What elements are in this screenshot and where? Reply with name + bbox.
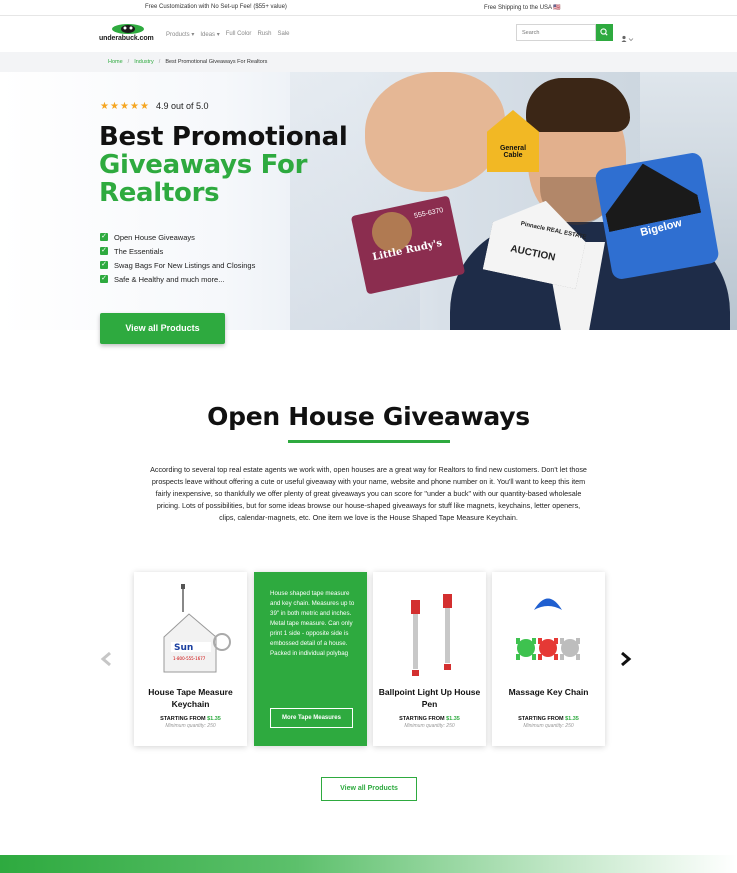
star-half-icon: ★ — [140, 100, 149, 112]
check-icon: ✓ — [100, 261, 108, 269]
breadcrumb-separator: / — [127, 59, 130, 65]
product-card[interactable]: Massage Key Chain STARTING FROM $1.35 Mi… — [492, 572, 605, 746]
hero-checklist: ✓ Open House Giveaways ✓ The Essentials ✓ S… — [100, 230, 255, 286]
product-min-quantity: Minimum quantity: 250 — [523, 723, 574, 729]
check-icon: ✓ — [100, 247, 108, 255]
general-cable-label: General Cable — [499, 145, 527, 159]
nav-products[interactable]: Products ▾ — [166, 31, 194, 38]
breadcrumb-home[interactable]: Home — [108, 59, 123, 65]
hero-view-all-button[interactable]: View all Products — [100, 313, 225, 344]
site-header: underabuck.com Products ▾ Ideas ▾ Full C… — [0, 16, 737, 52]
product-price: STARTING FROM $1.35 — [518, 716, 579, 722]
checklist-item: ✓ Open House Giveaways — [100, 232, 195, 242]
promo-left-text: Free Customization with No Set-up Fee! (… — [145, 4, 287, 10]
check-icon: ✓ — [100, 275, 108, 283]
site-logo[interactable]: underabuck.com — [99, 23, 161, 45]
product-name[interactable]: Ballpoint Light Up House Pen — [377, 686, 482, 710]
product-description: House shaped tape measure and key chain.… — [270, 590, 355, 657]
rating: ★ ★ ★ ★ ★ 4.9 out of 5.0 — [100, 101, 209, 111]
svg-text:1-800-555-1677: 1-800-555-1677 — [173, 656, 206, 661]
product-price: STARTING FROM $1.35 — [399, 716, 460, 722]
star-icon: ★ — [130, 100, 139, 112]
chevron-left-icon — [100, 651, 111, 667]
more-tape-measures-button[interactable]: More Tape Measures — [270, 708, 353, 728]
hero-title-line: Best Promotional — [99, 122, 348, 152]
search-icon — [600, 28, 608, 36]
promo-right-text: Free Shipping to the USA 🇺🇸 — [484, 5, 561, 11]
product-card-hover[interactable]: House shaped tape measure and key chain.… — [254, 572, 367, 746]
breadcrumb: Home / Industry / Best Promotional Givea… — [0, 52, 737, 72]
section-paragraph: According to several top real estate age… — [150, 465, 587, 522]
product-price: STARTING FROM $1.35 — [160, 716, 221, 722]
tape-measure-keychain-image: Sun 1-800-555-1677 — [163, 584, 231, 673]
hero-person-hair — [526, 78, 630, 132]
massage-keychain-image — [516, 598, 580, 660]
product-min-quantity: Minimum quantity: 250 — [165, 723, 216, 729]
nav-full-color[interactable]: Full Color — [226, 31, 252, 38]
product-card[interactable]: Sun 1-800-555-1677 House Tape Measure Ke… — [134, 572, 247, 746]
footer-band — [0, 855, 737, 873]
search-button[interactable] — [596, 24, 613, 41]
hero-title-line: Giveaways For — [99, 150, 308, 180]
hero-person-hand — [365, 72, 505, 192]
star-icon: ★ — [100, 100, 109, 112]
nav-rush[interactable]: Rush — [257, 31, 271, 38]
nav-sale[interactable]: Sale — [277, 31, 289, 38]
logo-icon — [112, 24, 144, 34]
breadcrumb-industry[interactable]: Industry — [134, 59, 154, 65]
svg-text:Sun: Sun — [174, 643, 193, 653]
main-nav: Products ▾ Ideas ▾ Full Color Rush Sale — [166, 31, 289, 38]
star-icon: ★ — [110, 100, 119, 112]
view-all-products-button[interactable]: View all Products — [321, 777, 417, 801]
check-icon: ✓ — [100, 233, 108, 241]
breadcrumb-current: Best Promotional Giveaways For Realtors — [165, 59, 268, 65]
checklist-item: ✓ Safe & Healthy and much more... — [100, 274, 225, 284]
product-min-quantity: Minimum quantity: 250 — [404, 723, 455, 729]
section-title: Open House Giveaways — [207, 402, 530, 431]
nav-ideas[interactable]: Ideas ▾ — [200, 31, 219, 38]
checklist-item: ✓ The Essentials — [100, 246, 164, 256]
star-icon: ★ — [120, 100, 129, 112]
hero-title: Best Promotional Giveaways For Realtors — [99, 122, 348, 208]
section-title-underline — [288, 440, 450, 443]
light-up-pen-image — [411, 594, 452, 676]
breadcrumb-separator: / — [158, 59, 161, 65]
account-menu[interactable] — [621, 30, 635, 42]
product-card[interactable]: Ballpoint Light Up House Pen STARTING FR… — [373, 572, 486, 746]
product-name[interactable]: Massage Key Chain — [496, 686, 601, 698]
checklist-item: ✓ Swag Bags For New Listings and Closings — [100, 260, 256, 270]
rating-text: 4.9 out of 5.0 — [156, 101, 209, 111]
product-name[interactable]: House Tape Measure Keychain — [138, 686, 243, 710]
promo-topbar: Free Customization with No Set-up Fee! (… — [0, 0, 737, 16]
chevron-right-icon — [621, 651, 632, 667]
user-icon — [621, 35, 634, 42]
logo-text: underabuck.com — [99, 35, 154, 42]
carousel-prev-button[interactable] — [100, 651, 112, 671]
carousel-next-button[interactable] — [620, 651, 632, 671]
hero-title-line: Realtors — [99, 178, 220, 208]
search-input[interactable]: Search — [516, 24, 596, 41]
